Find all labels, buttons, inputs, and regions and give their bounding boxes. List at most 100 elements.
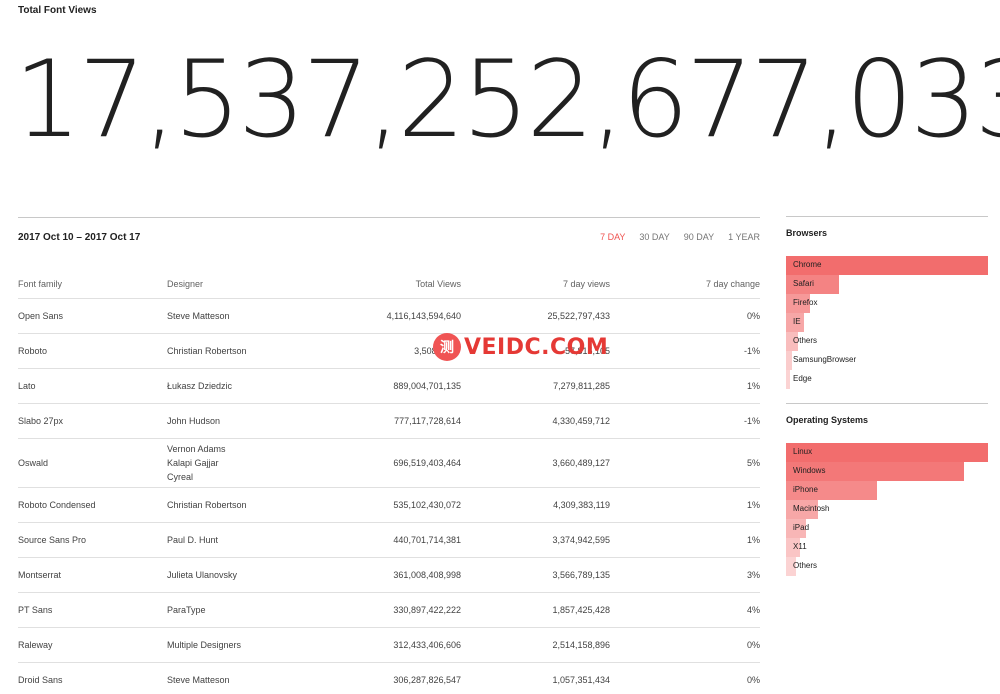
period-selector: 7 DAY 30 DAY 90 DAY 1 YEAR bbox=[600, 232, 760, 242]
seven-day-views-cell: 3,660,489,127 bbox=[461, 438, 610, 488]
table-row[interactable]: Open Sans Steve Matteson 4,116,143,594,640… bbox=[18, 298, 760, 334]
period-30-day[interactable]: 30 DAY bbox=[639, 232, 669, 242]
designer-name: Kalapi Gajjar bbox=[167, 457, 219, 468]
operating-systems-panel: Operating Systems Linux Windows iPhone Maci… bbox=[786, 403, 988, 576]
seven-day-views-cell: 3,374,942,595 bbox=[461, 522, 610, 558]
table-row[interactable]: Lato Łukasz Dziedzic 889,004,701,135 7,279,… bbox=[18, 368, 760, 404]
period-1-year[interactable]: 1 YEAR bbox=[728, 232, 760, 242]
table-row[interactable]: Slabo 27px John Hudson 777,117,728,614 4,33… bbox=[18, 403, 760, 439]
font-family-cell: PT Sans bbox=[18, 592, 167, 628]
seven-day-views-cell: 7,279,811,285 bbox=[461, 368, 610, 404]
seven-day-change-cell: -1% bbox=[610, 403, 760, 439]
table-row[interactable]: RobotoChristian Robertson3,508,118,757,8… bbox=[18, 333, 760, 369]
designer-cell: Łukasz Dziedzic bbox=[167, 368, 317, 404]
seven-day-views-cell: 25,522,797,433 bbox=[461, 298, 610, 334]
watermark-text: VEIDC.COM bbox=[464, 334, 609, 360]
seven-day-change-cell: 5% bbox=[610, 438, 760, 488]
bar-row[interactable]: Others bbox=[786, 557, 988, 576]
bar-label: Windows bbox=[793, 466, 826, 475]
total-views-cell: 777,117,728,614 bbox=[317, 403, 461, 439]
designer-name: Paul D. Hunt bbox=[167, 534, 219, 545]
font-family-cell: Raleway bbox=[18, 627, 167, 663]
bar-row[interactable]: iPad bbox=[786, 519, 988, 538]
font-family-cell: Source Sans Pro bbox=[18, 522, 167, 558]
bar-row[interactable]: X11 bbox=[786, 538, 988, 557]
font-family-cell: Droid Sans bbox=[18, 662, 167, 694]
bar-row[interactable]: Edge bbox=[786, 370, 988, 389]
total-views-number: 17,537,252,677,033 bbox=[14, 38, 1000, 161]
column-header-7-day-change[interactable]: 7 day change bbox=[610, 270, 760, 299]
designer-name: Vernon Adams bbox=[167, 443, 226, 454]
total-views-cell: 4,116,143,594,640 bbox=[317, 298, 461, 334]
browsers-panel: Browsers Chrome Safari Firefox IE Others Sams… bbox=[786, 216, 988, 389]
font-stats-panel: 2017 Oct 10 – 2017 Oct 17 7 DAY 30 DAY 9… bbox=[18, 217, 760, 694]
bar-row[interactable]: Others bbox=[786, 332, 988, 351]
table-row[interactable]: Roboto Condensed Christian Robertson 535,1… bbox=[18, 487, 760, 523]
seven-day-change-cell: -1% bbox=[610, 333, 760, 369]
designer-name: Cyreal bbox=[167, 471, 194, 482]
designer-name: Steve Matteson bbox=[167, 674, 230, 685]
bar-row[interactable]: iPhone bbox=[786, 481, 988, 500]
period-90-day[interactable]: 90 DAY bbox=[684, 232, 714, 242]
table-row[interactable]: Montserrat Julieta Ulanovsky 361,008,408,9… bbox=[18, 557, 760, 593]
bar bbox=[786, 443, 988, 462]
designer-name: Christian Robertson bbox=[167, 499, 247, 510]
bar-row[interactable]: IE bbox=[786, 313, 988, 332]
seven-day-change-cell: 1% bbox=[610, 522, 760, 558]
designer-cell: Julieta Ulanovsky bbox=[167, 557, 317, 593]
period-7-day[interactable]: 7 DAY bbox=[600, 232, 625, 242]
font-family-cell: Montserrat bbox=[18, 557, 167, 593]
column-header-total-views[interactable]: Total Views bbox=[317, 270, 461, 299]
total-views-cell: 535,102,430,072 bbox=[317, 487, 461, 523]
seven-day-change-cell: 4% bbox=[610, 592, 760, 628]
bar-label: Edge bbox=[793, 374, 812, 383]
table-row[interactable]: Droid Sans Steve Matteson 306,287,826,547 1… bbox=[18, 662, 760, 694]
designer-cell: Paul D. Hunt bbox=[167, 522, 317, 558]
total-views-cell: 889,004,701,135 bbox=[317, 368, 461, 404]
bar-row[interactable]: Macintosh bbox=[786, 500, 988, 519]
designer-name: Łukasz Dziedzic bbox=[167, 380, 233, 391]
bar-row[interactable]: SamsungBrowser bbox=[786, 351, 988, 370]
table-row[interactable]: Source Sans Pro Paul D. Hunt 440,701,714,3… bbox=[18, 522, 760, 558]
seven-day-change-cell: 0% bbox=[610, 627, 760, 663]
total-views-cell: 440,701,714,381 bbox=[317, 522, 461, 558]
table-row[interactable]: Raleway Multiple Designers 312,433,406,606… bbox=[18, 627, 760, 663]
bar-row[interactable]: Safari bbox=[786, 275, 988, 294]
bar-row[interactable]: Linux bbox=[786, 443, 988, 462]
table-row[interactable]: Oswald Vernon Adams Kalapi Gajjar Cyreal 696… bbox=[18, 438, 760, 488]
font-family-cell: Slabo 27px bbox=[18, 403, 167, 439]
bar-label: Macintosh bbox=[793, 504, 830, 513]
bar bbox=[786, 370, 790, 389]
range-bar: 2017 Oct 10 – 2017 Oct 17 7 DAY 30 DAY 9… bbox=[18, 218, 760, 256]
bar-label: iPhone bbox=[793, 485, 818, 494]
designer-name: Steve Matteson bbox=[167, 310, 230, 321]
seven-day-change-cell: 0% bbox=[610, 662, 760, 694]
designer-cell: Christian Robertson bbox=[167, 487, 317, 523]
bar-row[interactable]: Windows bbox=[786, 462, 988, 481]
column-header-designer[interactable]: Designer bbox=[167, 270, 317, 299]
seven-day-views-cell: 4,309,383,119 bbox=[461, 487, 610, 523]
seven-day-change-cell: 1% bbox=[610, 487, 760, 523]
designer-name: John Hudson bbox=[167, 415, 221, 426]
operating-systems-bar-chart: Linux Windows iPhone Macintosh iPad X11 Others bbox=[786, 443, 988, 576]
total-views-cell: 361,008,408,998 bbox=[317, 557, 461, 593]
bar-row[interactable]: Firefox bbox=[786, 294, 988, 313]
bar-label: Linux bbox=[793, 447, 813, 456]
total-views-label: Total Font Views bbox=[18, 5, 97, 16]
designer-cell: Steve Matteson bbox=[167, 298, 317, 334]
total-views-cell: 306,287,826,547 bbox=[317, 662, 461, 694]
designer-cell: John Hudson bbox=[167, 403, 317, 439]
bar-label: Safari bbox=[793, 279, 814, 288]
bar-label: Chrome bbox=[793, 260, 822, 269]
designer-name: ParaType bbox=[167, 604, 206, 615]
bar-row[interactable]: Chrome bbox=[786, 256, 988, 275]
column-header-font-family[interactable]: Font family bbox=[18, 270, 167, 299]
seven-day-views-cell: 2,514,158,896 bbox=[461, 627, 610, 663]
column-header-7-day-views[interactable]: 7 day views bbox=[461, 270, 610, 299]
bar bbox=[786, 351, 792, 370]
seven-day-change-cell: 1% bbox=[610, 368, 760, 404]
font-family-cell: Open Sans bbox=[18, 298, 167, 334]
font-table: Font family Designer Total Views 7 day v… bbox=[18, 270, 760, 694]
table-row[interactable]: PT Sans ParaType 330,897,422,222 1,857,425,… bbox=[18, 592, 760, 628]
browsers-bar-chart: Chrome Safari Firefox IE Others SamsungBrowse… bbox=[786, 256, 988, 389]
